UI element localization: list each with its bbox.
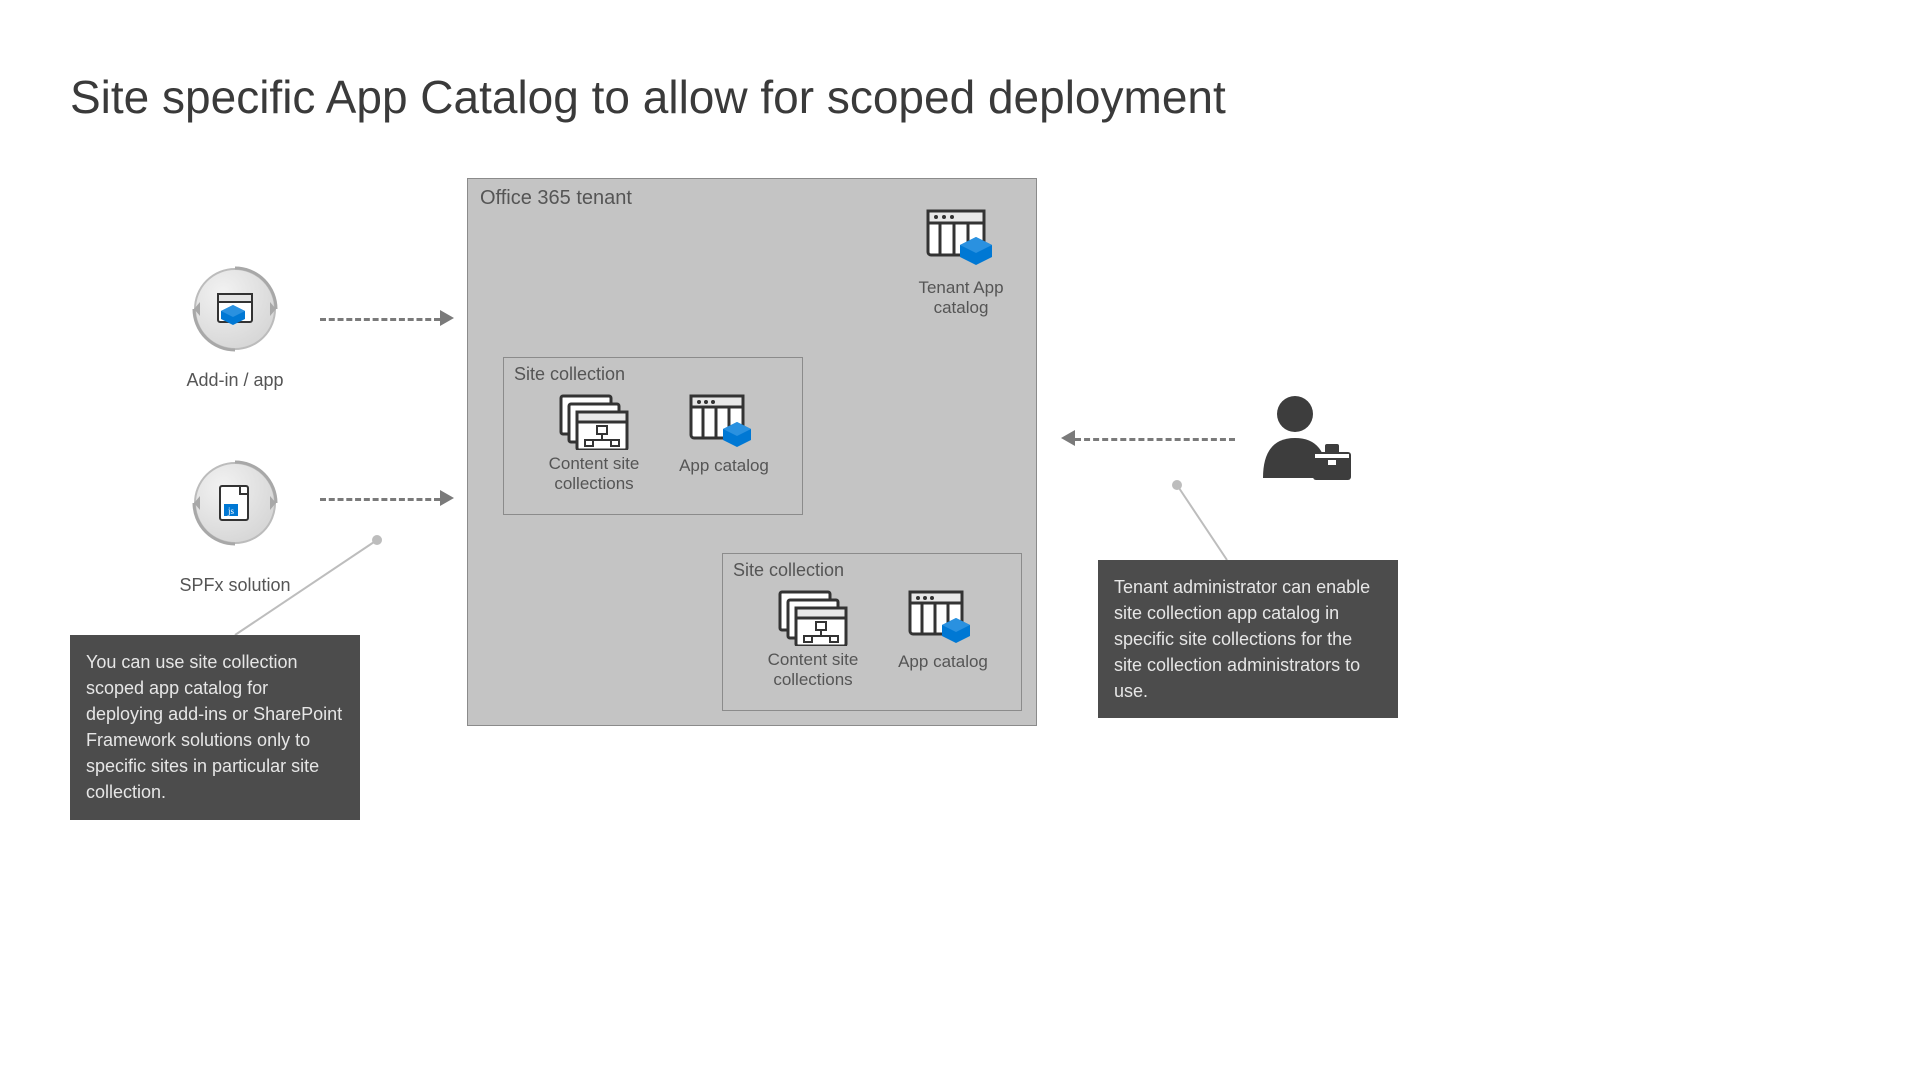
arrow-head-icon — [440, 310, 454, 326]
callout-line — [1172, 480, 1232, 565]
arrow-addin-to-tenant — [320, 318, 440, 321]
content-sites-icon — [778, 590, 848, 646]
site-collection-label: Site collection — [514, 364, 625, 385]
page-title: Site specific App Catalog to allow for s… — [70, 70, 1226, 124]
site-app-catalog: App catalog — [893, 590, 993, 691]
arrow-spfx-to-tenant — [320, 498, 440, 501]
addin-circle-icon — [190, 264, 280, 354]
office365-tenant-box: Office 365 tenant Tenant App catalog Sit… — [467, 178, 1037, 726]
site-collection-label: Site collection — [733, 560, 844, 581]
note-right: Tenant administrator can enable site col… — [1098, 560, 1398, 718]
content-site-collections: Content site collections — [544, 394, 644, 495]
site-collection-box-1: Site collection Content site collec — [503, 357, 803, 515]
app-catalog-icon — [689, 394, 759, 452]
addin-label: Add-in / app — [165, 370, 305, 391]
note-left: You can use site collection scoped app c… — [70, 635, 360, 820]
tenant-app-label: Tenant App catalog — [906, 278, 1016, 319]
app-catalog-label: App catalog — [674, 456, 774, 476]
arrow-head-icon — [1061, 430, 1075, 446]
tenant-app-catalog: Tenant App catalog — [906, 209, 1016, 319]
callout-line — [230, 535, 380, 640]
svg-text:js: js — [227, 506, 235, 516]
content-sites-label: Content site collections — [763, 650, 863, 691]
app-catalog-icon — [908, 590, 978, 648]
content-site-collections: Content site collections — [763, 590, 863, 691]
site-collection-box-2: Site collection Content site collec — [722, 553, 1022, 711]
arrow-head-icon — [440, 490, 454, 506]
admin-person-icon — [1255, 390, 1355, 495]
content-sites-label: Content site collections — [544, 454, 644, 495]
tenant-label: Office 365 tenant — [480, 187, 632, 210]
content-sites-icon — [559, 394, 629, 450]
site-app-catalog: App catalog — [674, 394, 774, 495]
app-catalog-label: App catalog — [893, 652, 993, 672]
arrow-admin-to-tenant — [1075, 438, 1235, 441]
